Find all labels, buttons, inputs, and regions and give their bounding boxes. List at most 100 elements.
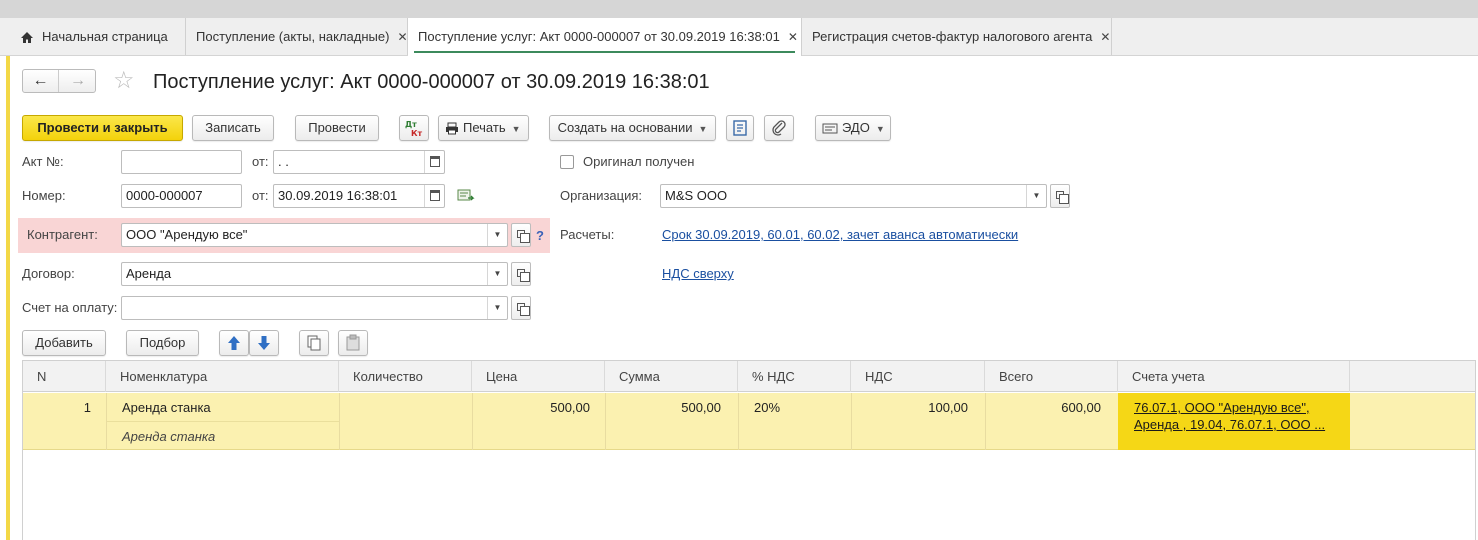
open-invoice-button[interactable]: [511, 296, 531, 320]
accounts-link-line-2[interactable]: Аренда , 19.04, 76.07.1, ООО ...: [1134, 417, 1325, 432]
history-nav: ← →: [22, 69, 96, 93]
table-header: N Номенклатура Количество Цена Сумма % Н…: [23, 361, 1475, 392]
number-field[interactable]: 0000-000007: [121, 184, 242, 208]
open-form-icon: [517, 303, 530, 316]
counterparty-label: Контрагент:: [27, 227, 98, 242]
copy-row-button[interactable]: [299, 330, 329, 356]
dt-kt-button[interactable]: Дт Кт: [399, 115, 429, 141]
cell-sum[interactable]: 500,00: [605, 400, 721, 415]
open-form-icon: [517, 269, 530, 282]
number-date-from-label: от:: [252, 188, 269, 203]
dropdown-arrow-icon[interactable]: ▼: [487, 263, 507, 285]
document-date-value: 30.09.2019 16:38:01: [278, 188, 398, 203]
document-structure-icon: [733, 120, 747, 136]
column-header-total[interactable]: Всего: [985, 361, 1118, 392]
post-button[interactable]: Провести: [295, 115, 379, 141]
column-header-vat[interactable]: НДС: [851, 361, 985, 392]
tab-agent-invoices[interactable]: Регистрация счетов-фактур налогового аге…: [802, 18, 1112, 55]
column-divider: [339, 393, 340, 450]
open-contract-button[interactable]: [511, 262, 531, 286]
add-row-button[interactable]: Добавить: [22, 330, 106, 356]
post-and-close-button[interactable]: Провести и закрыть: [22, 115, 183, 141]
services-table: N Номенклатура Количество Цена Сумма % Н…: [22, 360, 1476, 540]
paste-rows-button[interactable]: [338, 330, 368, 356]
open-counterparty-button[interactable]: [511, 223, 531, 247]
create-based-on-button[interactable]: Создать на основании ▼: [549, 115, 716, 141]
back-arrow-icon[interactable]: ←: [23, 70, 59, 92]
organization-field[interactable]: M&S OOO ▼: [660, 184, 1047, 208]
cell-vat-rate[interactable]: 20%: [754, 400, 780, 415]
counterparty-field[interactable]: ООО "Арендую все" ▼: [121, 223, 508, 247]
form-left-accent: [6, 56, 10, 540]
print-button[interactable]: Печать ▼: [438, 115, 529, 141]
cell-price[interactable]: 500,00: [472, 400, 590, 415]
invoice-field[interactable]: ▼: [121, 296, 508, 320]
caret-down-icon: ▼: [698, 124, 708, 134]
structure-button[interactable]: [726, 115, 754, 141]
act-number-field[interactable]: [121, 150, 242, 174]
move-up-button[interactable]: [219, 330, 249, 356]
home-icon: [20, 31, 34, 44]
cell-vat[interactable]: 100,00: [851, 400, 968, 415]
organization-label: Организация:: [560, 188, 643, 203]
dropdown-arrow-icon[interactable]: ▼: [487, 224, 507, 246]
original-received-checkbox[interactable]: [560, 155, 574, 169]
original-received-label: Оригинал получен: [583, 154, 695, 169]
open-organization-button[interactable]: [1050, 184, 1070, 208]
help-question-icon[interactable]: ?: [536, 224, 544, 248]
tab-agent-invoices-label: Регистрация счетов-фактур налогового аге…: [812, 29, 1093, 44]
act-date-field[interactable]: . .: [273, 150, 445, 174]
column-header-quantity[interactable]: Количество: [339, 361, 472, 392]
act-date-value: . .: [278, 154, 289, 169]
tab-receipts-list[interactable]: Поступление (акты, накладные) ✕: [186, 18, 408, 55]
tab-current-document-label: Поступление услуг: Акт 0000-000007 от 30…: [418, 29, 780, 44]
pick-button[interactable]: Подбор: [126, 330, 199, 356]
favorite-star-icon[interactable]: ☆: [113, 66, 135, 95]
act-number-label: Акт №:: [22, 154, 64, 169]
column-header-sum[interactable]: Сумма: [605, 361, 738, 392]
move-down-button[interactable]: [249, 330, 279, 356]
page-title: Поступление услуг: Акт 0000-000007 от 30…: [153, 71, 710, 93]
contract-field[interactable]: Аренда ▼: [121, 262, 508, 286]
settlements-link[interactable]: Срок 30.09.2019, 60.01, 60.02, зачет ава…: [662, 223, 1018, 247]
cell-service-content[interactable]: Аренда станка: [122, 429, 215, 444]
cell-nomenclature[interactable]: Аренда станка: [122, 400, 211, 415]
column-header-accounts[interactable]: Счета учета: [1118, 361, 1350, 392]
number-label: Номер:: [22, 188, 66, 203]
accounts-link-line-1[interactable]: 76.07.1, ООО "Арендую все",: [1134, 400, 1310, 415]
document-date-field[interactable]: 30.09.2019 16:38:01: [273, 184, 445, 208]
dropdown-arrow-icon[interactable]: ▼: [1026, 185, 1046, 207]
cell-n[interactable]: 1: [23, 400, 91, 415]
dropdown-arrow-icon[interactable]: ▼: [487, 297, 507, 319]
close-icon[interactable]: ✕: [1100, 30, 1110, 44]
calendar-icon[interactable]: [424, 151, 444, 173]
cell-accounts[interactable]: 76.07.1, ООО "Арендую все", Аренда , 19.…: [1118, 393, 1350, 450]
copy-icon: [307, 335, 321, 351]
tab-bar: Начальная страница Поступление (акты, на…: [0, 18, 1478, 56]
open-form-icon: [1056, 191, 1069, 204]
column-header-nomenclature[interactable]: Номенклатура: [106, 361, 339, 392]
tab-home[interactable]: Начальная страница: [10, 18, 186, 55]
column-header-vat-rate[interactable]: % НДС: [738, 361, 851, 392]
edo-button[interactable]: ЭДО ▼: [815, 115, 891, 141]
tab-current-document[interactable]: Поступление услуг: Акт 0000-000007 от 30…: [408, 18, 802, 56]
edo-icon: [822, 122, 838, 135]
close-icon[interactable]: ✕: [788, 30, 798, 44]
cell-total[interactable]: 600,00: [985, 400, 1101, 415]
vat-mode-link[interactable]: НДС сверху: [662, 262, 734, 286]
calendar-icon[interactable]: [424, 185, 444, 207]
paste-icon: [346, 334, 360, 351]
column-header-n[interactable]: N: [23, 361, 106, 392]
table-row[interactable]: 1 Аренда станка Аренда станка 500,00 500…: [23, 393, 1475, 450]
printer-icon: [445, 122, 459, 135]
active-tab-underline: [414, 51, 795, 53]
save-button[interactable]: Записать: [192, 115, 274, 141]
arrow-down-icon: [258, 336, 270, 350]
cell-divider: [107, 421, 339, 422]
edo-label: ЭДО: [842, 120, 870, 135]
forward-arrow-icon[interactable]: →: [60, 70, 96, 92]
message-icon[interactable]: [457, 189, 475, 204]
attach-files-button[interactable]: [764, 115, 794, 141]
column-header-price[interactable]: Цена: [472, 361, 605, 392]
close-icon[interactable]: ✕: [397, 30, 407, 44]
